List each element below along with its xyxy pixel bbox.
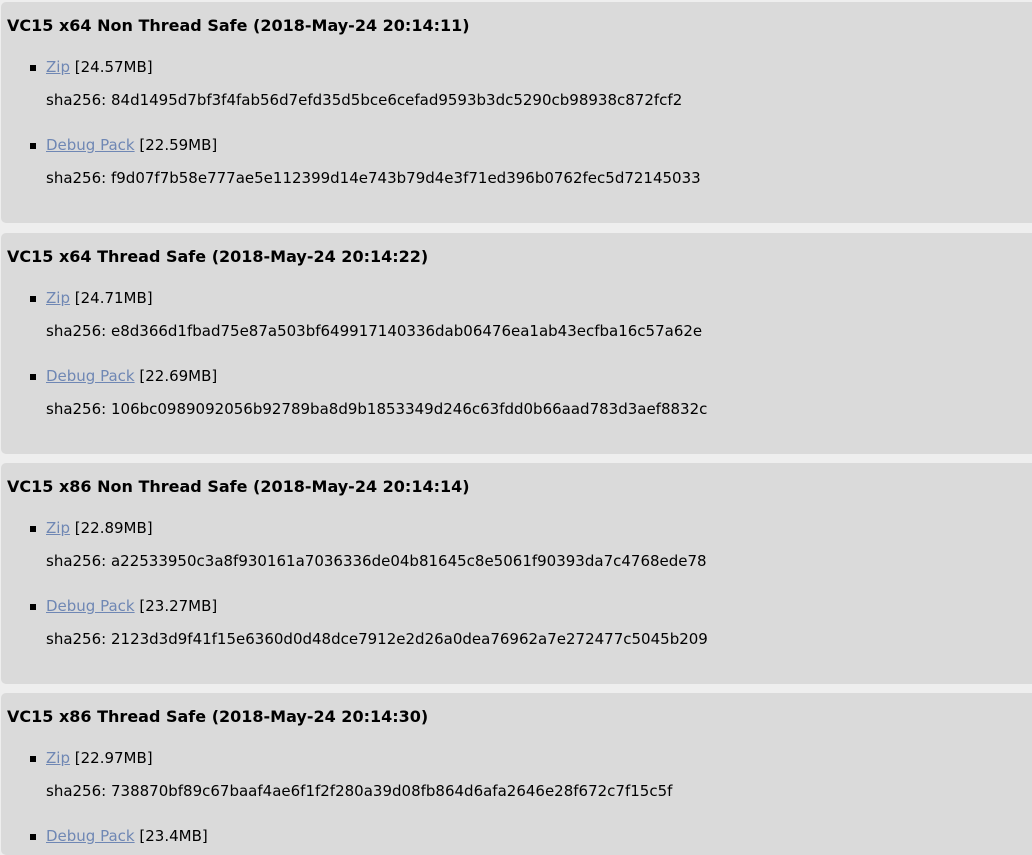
sha256-checksum: sha256: f9d07f7b58e777ae5e112399d14e743b… bbox=[46, 168, 701, 188]
build-panel: VC15 x64 Non Thread Safe (2018-May-24 20… bbox=[1, 2, 1032, 223]
sha256-value: e8d366d1fbad75e87a503bf649917140336dab06… bbox=[110, 322, 703, 340]
list-bullet bbox=[30, 526, 36, 532]
zip-download-link[interactable]: Zip bbox=[46, 289, 70, 307]
download-item-debug-pack: Debug Pack [22.59MB] bbox=[46, 135, 217, 155]
sha256-checksum: sha256: 106bc0989092056b92789ba8d9b18533… bbox=[46, 399, 707, 419]
sha256-value: a22533950c3a8f930161a7036336de04b81645c8… bbox=[110, 552, 707, 570]
download-item-debug-pack: Debug Pack [22.69MB] bbox=[46, 366, 217, 386]
list-bullet bbox=[30, 143, 36, 149]
sha256-label: sha256: bbox=[46, 91, 107, 109]
sha256-label: sha256: bbox=[46, 400, 107, 418]
download-item-zip: Zip [24.71MB] bbox=[46, 288, 153, 308]
sha256-label: sha256: bbox=[46, 782, 107, 800]
file-size: [22.97MB] bbox=[74, 749, 153, 767]
download-page: VC15 x64 Non Thread Safe (2018-May-24 20… bbox=[0, 0, 1032, 855]
sha256-label: sha256: bbox=[46, 169, 107, 187]
build-panel: VC15 x86 Thread Safe (2018-May-24 20:14:… bbox=[1, 693, 1032, 855]
sha256-checksum: sha256: a22533950c3a8f930161a7036336de04… bbox=[46, 551, 707, 571]
file-size: [24.71MB] bbox=[74, 289, 153, 307]
list-bullet bbox=[30, 65, 36, 71]
zip-download-link[interactable]: Zip bbox=[46, 749, 70, 767]
sha256-checksum: sha256: 84d1495d7bf3f4fab56d7efd35d5bce6… bbox=[46, 90, 682, 110]
list-bullet bbox=[30, 296, 36, 302]
file-size: [23.27MB] bbox=[139, 597, 218, 615]
zip-download-link[interactable]: Zip bbox=[46, 519, 70, 537]
debug-pack-download-link[interactable]: Debug Pack bbox=[46, 597, 135, 615]
sha256-value: 738870bf89c67baaf4ae6f1f2f280a39d08fb864… bbox=[110, 782, 673, 800]
list-bullet bbox=[30, 756, 36, 762]
file-size: [24.57MB] bbox=[74, 58, 153, 76]
file-size: [23.4MB] bbox=[139, 827, 208, 845]
file-size: [22.69MB] bbox=[139, 367, 218, 385]
zip-download-link[interactable]: Zip bbox=[46, 58, 70, 76]
list-bullet bbox=[30, 834, 36, 840]
download-item-zip: Zip [24.57MB] bbox=[46, 57, 153, 77]
build-title: VC15 x86 Thread Safe (2018-May-24 20:14:… bbox=[7, 707, 429, 726]
sha256-label: sha256: bbox=[46, 552, 107, 570]
list-bullet bbox=[30, 604, 36, 610]
sha256-label: sha256: bbox=[46, 630, 107, 648]
download-item-debug-pack: Debug Pack [23.27MB] bbox=[46, 596, 217, 616]
debug-pack-download-link[interactable]: Debug Pack bbox=[46, 136, 135, 154]
file-size: [22.59MB] bbox=[139, 136, 218, 154]
build-panel: VC15 x64 Thread Safe (2018-May-24 20:14:… bbox=[1, 233, 1032, 454]
debug-pack-download-link[interactable]: Debug Pack bbox=[46, 367, 135, 385]
build-title: VC15 x86 Non Thread Safe (2018-May-24 20… bbox=[7, 477, 470, 496]
list-bullet bbox=[30, 374, 36, 380]
download-item-debug-pack: Debug Pack [23.4MB] bbox=[46, 826, 208, 846]
sha256-value: 2123d3d9f41f15e6360d0d48dce7912e2d26a0de… bbox=[110, 630, 708, 648]
sha256-label: sha256: bbox=[46, 322, 107, 340]
debug-pack-download-link[interactable]: Debug Pack bbox=[46, 827, 135, 845]
sha256-checksum: sha256: 738870bf89c67baaf4ae6f1f2f280a39… bbox=[46, 781, 672, 801]
sha256-value: 106bc0989092056b92789ba8d9b1853349d246c6… bbox=[110, 400, 708, 418]
build-panel: VC15 x86 Non Thread Safe (2018-May-24 20… bbox=[1, 463, 1032, 684]
build-title: VC15 x64 Non Thread Safe (2018-May-24 20… bbox=[7, 16, 470, 35]
sha256-checksum: sha256: e8d366d1fbad75e87a503bf649917140… bbox=[46, 321, 702, 341]
sha256-value: 84d1495d7bf3f4fab56d7efd35d5bce6cefad959… bbox=[110, 91, 683, 109]
file-size: [22.89MB] bbox=[74, 519, 153, 537]
download-item-zip: Zip [22.89MB] bbox=[46, 518, 153, 538]
build-title: VC15 x64 Thread Safe (2018-May-24 20:14:… bbox=[7, 247, 429, 266]
sha256-value: f9d07f7b58e777ae5e112399d14e743b79d4e3f7… bbox=[110, 169, 701, 187]
sha256-checksum: sha256: 2123d3d9f41f15e6360d0d48dce7912e… bbox=[46, 629, 708, 649]
download-item-zip: Zip [22.97MB] bbox=[46, 748, 153, 768]
